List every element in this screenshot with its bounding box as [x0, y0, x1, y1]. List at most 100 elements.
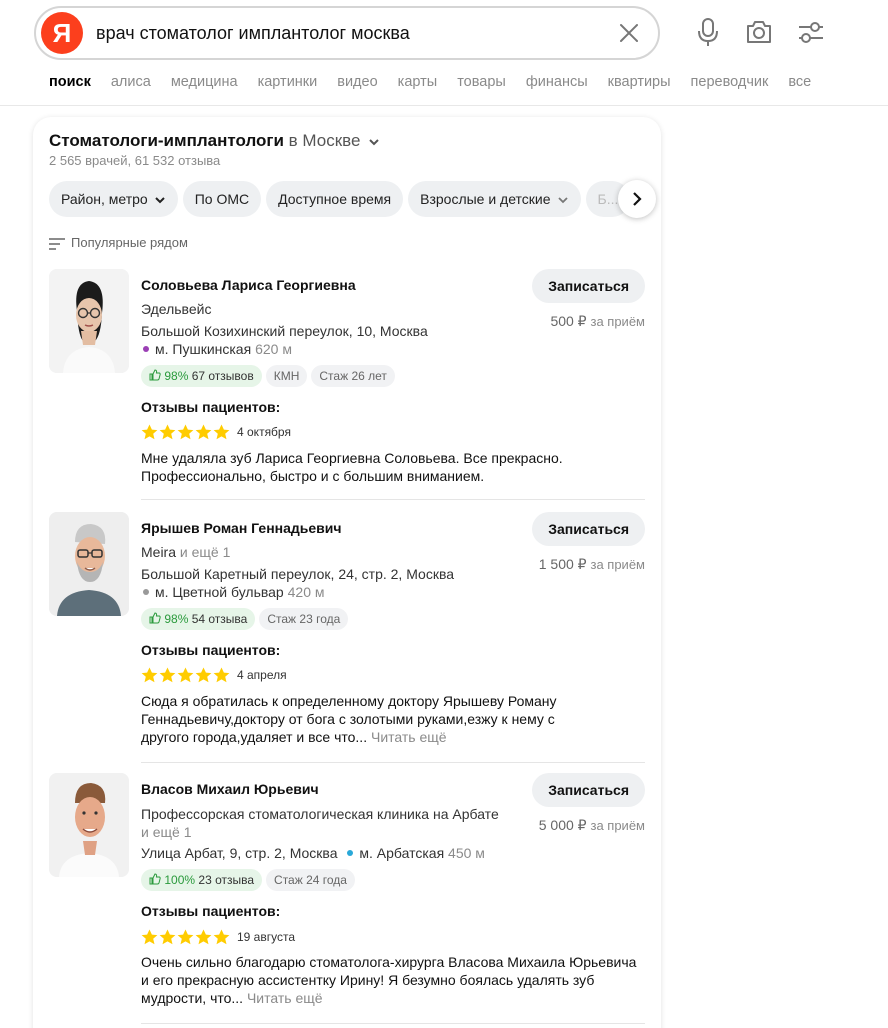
reviews-count: 23 отзыва: [198, 873, 255, 887]
doctor-item[interactable]: Власов Михаил Юрьевич Профессорская стом…: [49, 773, 645, 1028]
doctor-name[interactable]: Соловьева Лариса Георгиевна: [141, 277, 356, 293]
search-input[interactable]: врач стоматолог имплантолог москва: [96, 23, 410, 44]
doctor-badges: 100% 23 отзыва Стаж 24 года: [141, 869, 359, 891]
doctor-name[interactable]: Власов Михаил Юрьевич: [141, 781, 319, 797]
rating-badge[interactable]: 100% 23 отзыва: [141, 869, 263, 891]
read-more-link[interactable]: Читать ещё: [371, 729, 447, 745]
doctor-item[interactable]: Соловьева Лариса Георгиевна Эдельвейс Бо…: [49, 269, 645, 500]
reviews-count: 54 отзыва: [191, 612, 248, 626]
tab-translator[interactable]: переводчик: [691, 74, 769, 90]
book-appointment-button[interactable]: Записаться: [532, 512, 645, 546]
tab-search[interactable]: поиск: [49, 74, 91, 90]
doctors-card: Стоматологи-имплантологи в Москве 2 565 …: [33, 117, 661, 1028]
reviews-heading: Отзывы пациентов:: [141, 642, 281, 658]
star-icon: [177, 424, 194, 440]
star-icon: [195, 667, 212, 683]
price-value: 5 000 ₽: [538, 817, 587, 833]
tab-images[interactable]: картинки: [258, 74, 318, 90]
star-icon: [159, 424, 176, 440]
tab-products[interactable]: товары: [457, 74, 506, 90]
tab-alisa[interactable]: алиса: [111, 74, 151, 90]
review-text: Мне удаляла зуб Лариса Георгиевна Соловь…: [141, 449, 601, 485]
chevron-down-icon[interactable]: [367, 135, 381, 149]
card-location[interactable]: в Москве: [289, 131, 361, 150]
settings-sliders-icon[interactable]: [797, 17, 825, 47]
search-tabs: поиск алиса медицина картинки видео карт…: [49, 74, 831, 90]
filter-age-label: Взрослые и детские: [420, 191, 551, 207]
tab-apartments[interactable]: квартиры: [608, 74, 671, 90]
sort-label: Популярные рядом: [71, 235, 188, 250]
reviews-count: 67 отзывов: [191, 369, 254, 383]
chevron-down-icon: [155, 197, 165, 204]
doctor-name[interactable]: Ярышев Роман Геннадьевич: [141, 520, 342, 536]
price-unit: за приём: [590, 818, 645, 833]
rating-percent: 98%: [164, 612, 189, 626]
doctor-photo[interactable]: [49, 512, 129, 616]
divider: [141, 762, 645, 763]
close-icon[interactable]: [618, 22, 640, 44]
metro-line-dot: [143, 346, 149, 353]
clinic-name: Meira: [141, 544, 177, 560]
star-icon: [213, 667, 230, 683]
review-rating: 4 октября: [141, 424, 291, 440]
clinic-extra[interactable]: и ещё 1: [141, 824, 191, 840]
doctor-clinic[interactable]: Meira и ещё 1: [141, 544, 230, 560]
camera-search-icon[interactable]: [745, 17, 773, 47]
filter-district-label: Район, метро: [61, 191, 148, 207]
degree-badge: КМН: [265, 365, 308, 387]
clinic-name: Профессорская стоматологическая клиника …: [141, 806, 499, 822]
filter-available-time[interactable]: Доступное время: [266, 181, 404, 217]
address-text: Улица Арбат, 9, стр. 2, Москва: [141, 845, 338, 861]
filter-age[interactable]: Взрослые и детские: [408, 181, 581, 217]
search-box[interactable]: Я врач стоматолог имплантолог москва: [34, 6, 660, 60]
book-appointment-button[interactable]: Записаться: [532, 269, 645, 303]
review-body: Мне удаляла зуб Лариса Георгиевна Соловь…: [141, 450, 563, 484]
star-icon: [195, 424, 212, 440]
price-unit: за приём: [590, 557, 645, 572]
review-date: 19 августа: [237, 930, 296, 944]
tab-finance[interactable]: финансы: [526, 74, 588, 90]
doctor-clinic[interactable]: Профессорская стоматологическая клиника …: [141, 805, 499, 841]
divider: [141, 499, 645, 500]
rating-percent: 100%: [164, 873, 196, 887]
microphone-icon[interactable]: [694, 17, 722, 47]
review-date: 4 октября: [237, 425, 291, 439]
book-appointment-button[interactable]: Записаться: [532, 773, 645, 807]
filters-scroll-right-button[interactable]: [618, 180, 656, 218]
experience-badge: Стаж 26 лет: [311, 365, 395, 387]
card-subtitle: 2 565 врачей, 61 532 отзыва: [49, 153, 221, 168]
card-title[interactable]: Стоматологи-имплантологи в Москве: [49, 131, 381, 151]
sort-selector[interactable]: Популярные рядом: [49, 235, 188, 250]
star-icon: [141, 667, 158, 683]
doctor-badges: 98% 67 отзывов КМН Стаж 26 лет: [141, 365, 399, 387]
doctor-address: Большой Каретный переулок, 24, стр. 2, М…: [141, 566, 455, 582]
reviews-heading: Отзывы пациентов:: [141, 399, 281, 415]
doctor-photo[interactable]: [49, 773, 129, 877]
experience-badge: Стаж 24 года: [266, 869, 355, 891]
metro-line-dot: [347, 850, 354, 857]
metro-station: м. Арбатская: [359, 845, 445, 861]
rating-badge[interactable]: 98% 54 отзыва: [141, 608, 256, 630]
doctor-item[interactable]: Ярышев Роман Геннадьевич Meira и ещё 1 Б…: [49, 512, 645, 763]
review-text: Сюда я обратилась к определенному доктор…: [141, 692, 601, 746]
tab-medicine[interactable]: медицина: [171, 74, 238, 90]
rating-badge[interactable]: 98% 67 отзывов: [141, 365, 262, 387]
read-more-link[interactable]: Читать ещё: [247, 990, 323, 1006]
filter-oms[interactable]: По ОМС: [182, 181, 262, 217]
review-rating: 19 августа: [141, 929, 295, 945]
thumbs-up-icon: [149, 369, 161, 381]
experience-badge: Стаж 23 года: [259, 608, 349, 630]
doctor-photo[interactable]: [49, 269, 129, 373]
tab-video[interactable]: видео: [337, 74, 377, 90]
tab-maps[interactable]: карты: [398, 74, 438, 90]
tab-all[interactable]: все: [788, 74, 811, 90]
metro-distance: 620 м: [255, 341, 292, 357]
yandex-logo[interactable]: Я: [41, 12, 83, 54]
doctor-clinic[interactable]: Эдельвейс: [141, 301, 211, 317]
filter-district[interactable]: Район, метро: [49, 181, 178, 217]
clinic-extra[interactable]: и ещё 1: [180, 544, 230, 560]
review-body: Очень сильно благодарю стоматолога-хирур…: [141, 954, 637, 1006]
chevron-right-icon: [633, 192, 642, 206]
divider: [141, 1023, 645, 1024]
doctor-badges: 98% 54 отзыва Стаж 23 года: [141, 608, 352, 630]
